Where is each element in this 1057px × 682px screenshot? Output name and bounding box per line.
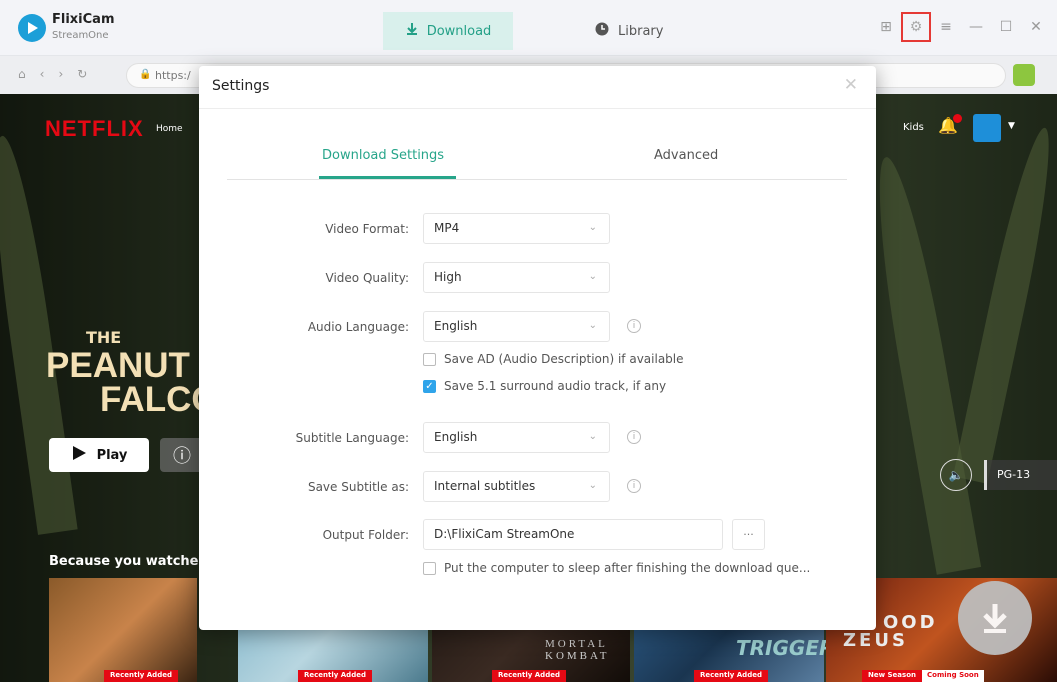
close-icon[interactable]: ✕ [1025, 16, 1047, 38]
video-quality-select[interactable]: High ⌄ [423, 262, 610, 293]
forward-icon[interactable]: › [58, 67, 63, 81]
save-subtitle-label: Save Subtitle as: [307, 480, 409, 494]
subtitle-language-label: Subtitle Language: [295, 431, 409, 445]
thumbnail-badge: Recently Added [298, 670, 372, 682]
output-folder-label: Output Folder: [322, 528, 409, 542]
subtitle-language-select[interactable]: English ⌄ [423, 422, 610, 453]
thumbnail-badge: New Season [862, 670, 922, 682]
app-logo-icon [18, 14, 46, 42]
sleep-checkbox-row[interactable]: Put the computer to sleep after finishin… [423, 561, 810, 575]
title-art-the: THE [86, 328, 122, 347]
download-icon [405, 22, 419, 40]
play-button[interactable]: Play [49, 438, 149, 472]
thumbnail-badge: Recently Added [492, 670, 566, 682]
sleep-label: Put the computer to sleep after finishin… [444, 561, 811, 575]
window-controls: ⊞ ⚙ ≡ — ☐ ✕ [875, 12, 1047, 42]
tab-library[interactable]: Library [595, 12, 715, 50]
audio-language-value: English [434, 319, 478, 333]
chevron-down-icon: ⌄ [588, 320, 597, 331]
output-folder-input[interactable]: D:\FlixiCam StreamOne [423, 519, 723, 550]
grid-icon[interactable]: ⊞ [875, 16, 897, 38]
info-icon: ⓘ [173, 446, 191, 467]
title-bar: FlixiCam StreamOne Download Library ⊞ ⚙ … [0, 0, 1057, 56]
play-icon [71, 445, 87, 465]
menu-icon[interactable]: ≡ [935, 16, 957, 38]
settings-dialog: Settings ✕ Download Settings Advanced Vi… [199, 66, 876, 630]
app-name: FlixiCam [52, 12, 115, 27]
extension-icon[interactable] [1013, 64, 1035, 86]
play-label: Play [96, 447, 128, 463]
lock-icon: 🔒 [139, 69, 152, 80]
video-quality-value: High [434, 270, 462, 284]
save-ad-checkbox-row[interactable]: Save AD (Audio Description) if available [423, 352, 684, 366]
thumbnail-badge: Recently Added [104, 670, 178, 682]
notification-badge [953, 114, 962, 123]
dialog-close-icon[interactable]: ✕ [844, 75, 858, 95]
chevron-down-icon: ⌄ [588, 431, 597, 442]
sleep-checkbox[interactable] [423, 561, 436, 575]
save-subtitle-info-icon[interactable]: i [627, 479, 641, 493]
thumbnail-title-main: ZEUS [843, 630, 908, 651]
avatar[interactable] [973, 114, 1001, 142]
row-title: Because you watched [49, 554, 208, 569]
thumbnail-title-text: TRIGGER [736, 636, 835, 660]
library-icon [595, 22, 609, 40]
maximize-icon[interactable]: ☐ [995, 16, 1017, 38]
save-subtitle-value: Internal subtitles [434, 479, 536, 493]
minimize-icon[interactable]: — [965, 16, 987, 38]
tab-download-label: Download [426, 23, 492, 39]
download-arrow-icon [983, 604, 1007, 633]
url-text: https:/ [155, 69, 191, 82]
tab-download[interactable]: Download [383, 12, 513, 50]
video-format-value: MP4 [434, 221, 460, 235]
thumbnail-badge: Recently Added [694, 670, 768, 682]
settings-icon[interactable]: ⚙ [901, 12, 931, 42]
nav-home[interactable]: Home [156, 124, 183, 134]
caret-down-icon[interactable]: ▼ [1008, 121, 1015, 131]
coming-soon-badge: Coming Soon [922, 670, 984, 682]
netflix-logo[interactable]: NETFLIX [45, 116, 144, 142]
save-subtitle-select[interactable]: Internal subtitles ⌄ [423, 471, 610, 502]
info-button[interactable]: ⓘ [160, 438, 204, 472]
maturity-rating: PG-13 [984, 460, 1057, 490]
audio-language-info-icon[interactable]: i [627, 319, 641, 333]
save-ad-label: Save AD (Audio Description) if available [444, 352, 684, 366]
chevron-down-icon: ⌄ [588, 271, 597, 282]
back-icon[interactable]: ‹ [40, 67, 45, 81]
subtitle-language-info-icon[interactable]: i [627, 430, 641, 444]
dialog-title: Settings [212, 78, 270, 94]
save-51-label: Save 5.1 surround audio track, if any [444, 379, 667, 393]
video-format-select[interactable]: MP4 ⌄ [423, 213, 610, 244]
tab-library-label: Library [618, 23, 664, 39]
chevron-down-icon: ⌄ [588, 480, 597, 491]
save-51-checkbox-row[interactable]: ✓ Save 5.1 surround audio track, if any [423, 379, 666, 393]
chevron-down-icon: ⌄ [588, 222, 597, 233]
save-51-checkbox[interactable]: ✓ [423, 379, 436, 393]
subtitle-language-value: English [434, 430, 478, 444]
home-icon[interactable]: ⌂ [18, 67, 26, 81]
title-thumbnail[interactable]: Recently Added [49, 578, 197, 682]
settings-tabs: Download Settings Advanced [227, 148, 847, 180]
save-ad-checkbox[interactable] [423, 352, 436, 366]
volume-button[interactable]: 🔈 [940, 459, 972, 491]
tab-advanced[interactable]: Advanced [654, 148, 718, 163]
thumbnail-title-text: MORTAL KOMBAT [545, 638, 610, 662]
browser-nav: ⌂ ‹ › ↻ [18, 67, 87, 81]
divider [199, 108, 876, 109]
browse-folder-button[interactable]: ··· [732, 519, 765, 550]
video-quality-label: Video Quality: [325, 271, 409, 285]
nav-kids[interactable]: Kids [903, 122, 924, 133]
video-format-label: Video Format: [325, 222, 409, 236]
audio-language-select[interactable]: English ⌄ [423, 311, 610, 342]
app-subtitle: StreamOne [52, 30, 109, 41]
reload-icon[interactable]: ↻ [77, 67, 87, 81]
floating-download-button[interactable] [958, 581, 1032, 655]
audio-language-label: Audio Language: [307, 320, 409, 334]
speaker-icon: 🔈 [948, 468, 964, 482]
active-tab-indicator [319, 176, 456, 179]
tab-download-settings[interactable]: Download Settings [322, 148, 444, 163]
